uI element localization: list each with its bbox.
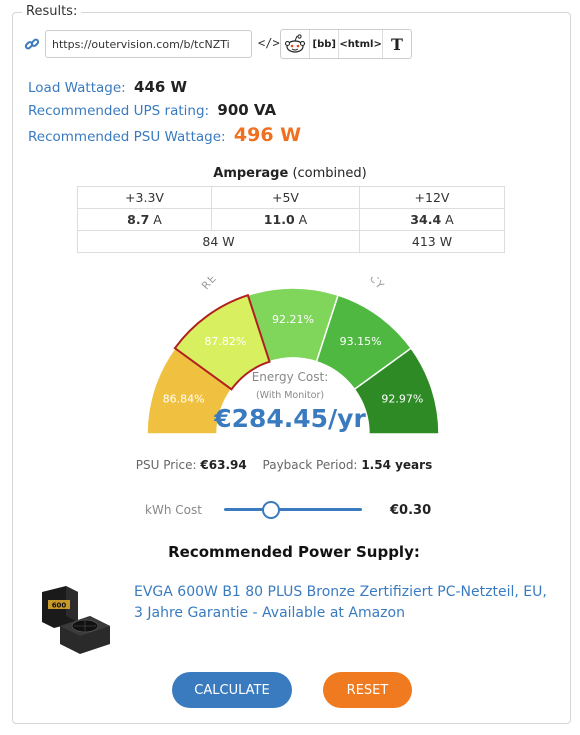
recommended-psu-title: Recommended Power Supply:	[168, 543, 420, 561]
results-legend: Results:	[22, 4, 82, 19]
amperage-title: Amperage (combined)	[0, 166, 580, 181]
link-icon	[24, 38, 40, 50]
load-wattage-value: 446 W	[134, 78, 188, 96]
psu-wattage-value: 496 W	[233, 124, 302, 146]
psu-price-value: €63.94	[200, 458, 247, 472]
amperage-title-bold: Amperage	[213, 166, 289, 181]
svg-text:600: 600	[52, 602, 67, 610]
price-row: PSU Price: €63.94 Payback Period: 1.54 y…	[0, 458, 580, 472]
payback-value: 1.54 years	[361, 458, 433, 472]
amperage-title-rest: (combined)	[292, 166, 367, 181]
rail-header-row: +3.3V +5V +12V	[77, 186, 505, 209]
embed-code-button[interactable]: </>	[258, 36, 280, 50]
payback-label: Payback Period:	[262, 458, 358, 472]
share-buttons: [bb] <html> T	[280, 29, 412, 59]
rail-12v: +12V	[359, 186, 505, 209]
kwh-cost-slider-thumb[interactable]	[262, 501, 280, 519]
rail-3v3: +3.3V	[77, 186, 212, 209]
amps-12v: 34.4 A	[359, 208, 505, 231]
gauge-segment-label: 87.82%	[204, 335, 246, 348]
share-url-input[interactable]	[45, 30, 252, 58]
psu-price-label: PSU Price:	[135, 458, 197, 472]
energy-cost-label: Energy Cost:	[251, 370, 329, 384]
calculate-button[interactable]: CALCULATE	[172, 672, 292, 708]
psu-product-image[interactable]: 600	[38, 582, 116, 658]
watts-12v: 413 W	[359, 230, 505, 253]
kwh-cost-slider[interactable]	[224, 508, 362, 511]
energy-cost-value: €284.45/yr	[214, 404, 366, 433]
load-wattage-label: Load Wattage:	[28, 80, 126, 96]
energy-cost-sublabel: (With Monitor)	[255, 390, 325, 401]
watts-row: 84 W 413 W	[77, 230, 505, 253]
load-wattage-row: Load Wattage: 446 W	[28, 78, 187, 96]
psu-wattage-row: Recommended PSU Wattage: 496 W	[28, 124, 301, 146]
ups-rating-row: Recommended UPS rating: 900 VA	[28, 101, 276, 119]
amps-5v: 11.0 A	[211, 208, 360, 231]
psu-wattage-label: Recommended PSU Wattage:	[28, 129, 226, 145]
psu-product-link[interactable]: EVGA 600W B1 80 PLUS Bronze Zertifiziert…	[134, 582, 554, 624]
watts-low-rails: 84 W	[77, 230, 360, 253]
amps-3v3: 8.7 A	[77, 208, 212, 231]
text-share-button[interactable]: T	[383, 30, 411, 58]
gauge-segment-label: 92.21%	[272, 313, 314, 326]
reset-button[interactable]: RESET	[323, 672, 412, 708]
ups-rating-label: Recommended UPS rating:	[28, 103, 210, 119]
rail-5v: +5V	[211, 186, 360, 209]
reddit-share-button[interactable]	[281, 30, 311, 58]
reddit-icon	[285, 34, 306, 53]
html-share-button[interactable]: <html>	[339, 30, 383, 58]
bbcode-share-button[interactable]: [bb]	[310, 30, 340, 58]
amperage-table: +3.3V +5V +12V 8.7 A 11.0 A 34.4 A 84 W …	[77, 186, 505, 253]
kwh-cost-value: €0.30	[390, 503, 432, 518]
amps-row: 8.7 A 11.0 A 34.4 A	[77, 208, 505, 231]
kwh-cost-label: kWh Cost	[145, 503, 202, 517]
ups-rating-value: 900 VA	[217, 101, 277, 119]
gauge-segment-label: 93.15%	[340, 335, 382, 348]
